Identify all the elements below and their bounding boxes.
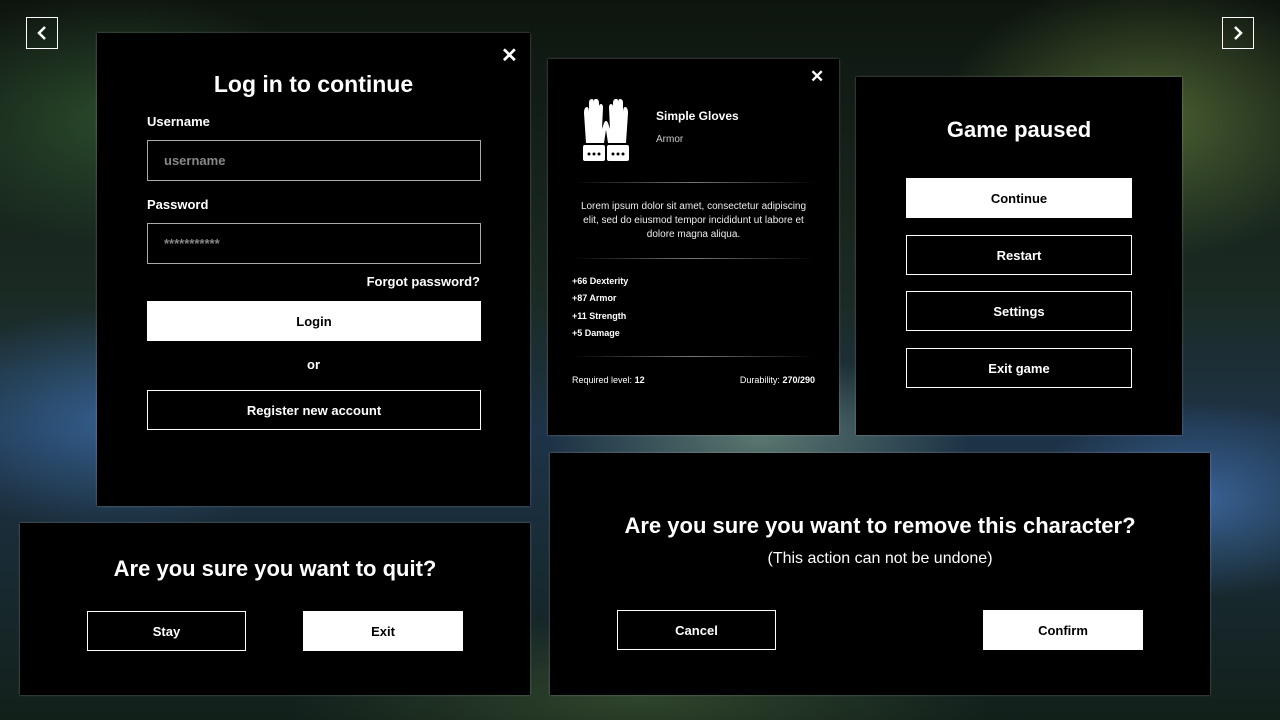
item-description: Lorem ipsum dolor sit amet, consectetur … (580, 201, 807, 240)
register-button[interactable]: Register new account (147, 390, 481, 430)
login-button[interactable]: Login (147, 301, 481, 341)
item-panel: ✕ Simple Gloves Armor Lorem ipsum dolor … (548, 59, 839, 435)
durability: Durability: 270/290 (740, 375, 815, 385)
durability-value: 270/290 (782, 375, 815, 385)
remove-character-panel: Are you sure you want to remove this cha… (550, 453, 1210, 695)
exit-game-button[interactable]: Exit game (906, 348, 1132, 388)
login-title: Log in to continue (213, 71, 414, 97)
required-level-value: 12 (634, 375, 645, 385)
restart-button[interactable]: Restart (906, 235, 1132, 275)
exit-button[interactable]: Exit (303, 611, 463, 651)
next-arrow-button[interactable] (1222, 17, 1254, 49)
continue-button[interactable]: Continue (906, 178, 1132, 218)
close-icon[interactable]: ✕ (501, 46, 518, 66)
password-value: *********** (164, 236, 220, 251)
password-input[interactable]: *********** (147, 223, 481, 264)
cancel-button[interactable]: Cancel (617, 610, 776, 650)
close-icon[interactable]: ✕ (810, 68, 824, 85)
settings-button[interactable]: Settings (906, 291, 1132, 331)
remove-title: Are you sure you want to remove this cha… (624, 513, 1136, 538)
chevron-left-icon (37, 26, 46, 40)
divider (572, 356, 815, 357)
item-name: Simple Gloves (656, 109, 739, 123)
username-input[interactable] (147, 140, 481, 181)
item-stat: +11 Strength (572, 311, 627, 321)
item-stat: +66 Dexterity (572, 276, 629, 286)
durability-label: Durability: (739, 375, 780, 385)
required-level-label: Required level: (572, 375, 633, 385)
or-separator: or (307, 357, 320, 372)
divider (572, 258, 815, 259)
item-type: Armor (656, 134, 684, 145)
confirm-button[interactable]: Confirm (983, 610, 1143, 650)
stay-button[interactable]: Stay (87, 611, 246, 651)
item-stat: +87 Armor (572, 293, 617, 303)
divider (572, 182, 815, 183)
remove-subtitle: (This action can not be undone) (767, 550, 993, 567)
pause-panel: Game paused Continue Restart Settings Ex… (856, 77, 1182, 435)
item-stat: +5 Damage (572, 328, 620, 338)
login-panel: ✕ Log in to continue Username Password *… (97, 33, 530, 506)
username-label: Username (147, 114, 210, 129)
quit-title: Are you sure you want to quit? (113, 556, 437, 581)
prev-arrow-button[interactable] (26, 17, 58, 49)
required-level: Required level: 12 (572, 375, 645, 385)
password-label: Password (147, 197, 209, 212)
gloves-icon (583, 99, 629, 161)
chevron-right-icon (1234, 26, 1243, 40)
forgot-password-link[interactable]: Forgot password? (367, 274, 480, 289)
quit-panel: Are you sure you want to quit? Stay Exit (20, 523, 530, 695)
pause-title: Game paused (946, 117, 1092, 142)
